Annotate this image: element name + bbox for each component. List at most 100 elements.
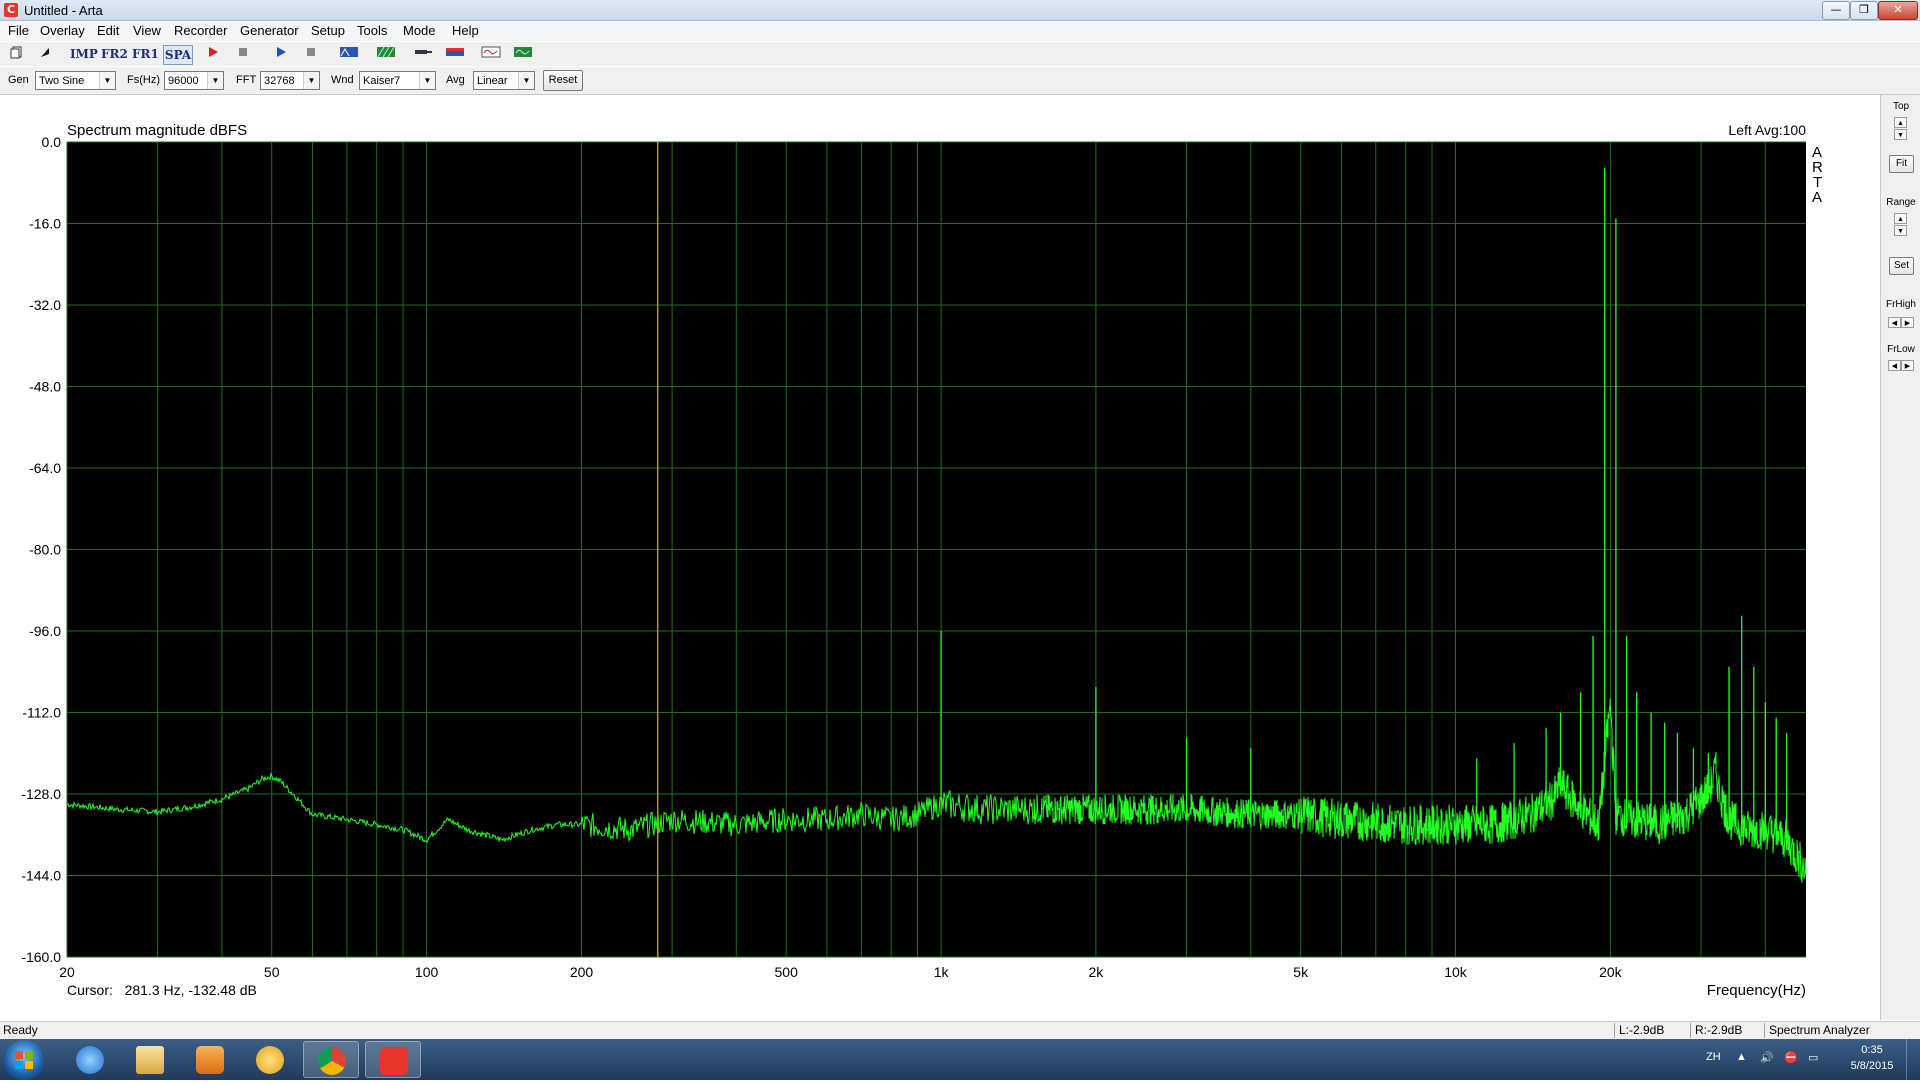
title-bar: C Untitled - Arta — ❐ ✕ (0, 0, 1920, 21)
menu-recorder[interactable]: Recorder (174, 23, 227, 38)
menu-mode[interactable]: Mode (403, 23, 436, 38)
averaging-value: Linear (477, 75, 508, 87)
y-tick-label: -128.0 (21, 786, 61, 802)
menu-overlay[interactable]: Overlay (40, 23, 85, 38)
chevron-down-icon: ▼ (99, 72, 115, 89)
qq-icon[interactable] (242, 1041, 298, 1078)
window-function-select[interactable]: Kaiser7 ▼ (359, 71, 436, 90)
set-button[interactable]: Set (1889, 257, 1914, 275)
minimize-button[interactable]: — (1822, 1, 1850, 20)
arta-app-icon: C (4, 3, 18, 17)
new-file-icon[interactable] (6, 45, 28, 63)
scope-icon[interactable] (512, 45, 534, 63)
menu-help[interactable]: Help (452, 23, 479, 38)
fr2-mode-button[interactable]: FR2 (101, 45, 128, 63)
frlow-right-arrow[interactable]: ▶ (1901, 360, 1914, 371)
range-label: Range (1886, 197, 1916, 208)
y-tick-label: -32.0 (29, 297, 61, 313)
x-tick-label: 200 (570, 964, 594, 980)
top-up-arrow[interactable]: ▲ (1894, 117, 1907, 128)
x-tick-label: 2k (1089, 964, 1105, 980)
menu-file[interactable]: File (8, 23, 29, 38)
chevron-down-icon: ▼ (518, 72, 534, 89)
abc-icon[interactable] (338, 45, 360, 63)
y-tick-label: -160.0 (21, 949, 61, 965)
y-tick-label: -48.0 (29, 379, 61, 395)
stop-play-icon[interactable] (300, 45, 322, 63)
record-icon[interactable] (202, 45, 224, 63)
x-tick-label: 50 (264, 964, 280, 980)
spectrum-plot[interactable]: 0.0 -16.0 -32.0 -48.0 -64.0 -80.0 -96.0 -112.0 -… (0, 95, 1880, 1020)
play-icon[interactable] (270, 45, 292, 63)
menu-bar: File Overlay Edit View Recorder Generato… (0, 21, 1920, 41)
frlow-label: FrLow (1887, 344, 1915, 355)
y-tick-label: 0.0 (42, 134, 62, 150)
language-indicator[interactable]: ZH (1706, 1051, 1721, 1063)
range-down-arrow[interactable]: ▼ (1894, 225, 1907, 236)
menu-setup[interactable]: Setup (311, 23, 345, 38)
watermark-a2: A (1812, 189, 1822, 206)
x-tick-label: 10k (1444, 964, 1468, 980)
cursor-readout: Cursor: 281.3 Hz, -132.48 dB (67, 982, 257, 998)
show-hidden-icons-icon[interactable]: ▲ (1736, 1051, 1747, 1063)
chevron-down-icon: ▼ (419, 72, 435, 89)
start-button-icon[interactable] (4, 1040, 44, 1080)
clock-date[interactable]: 5/8/2015 (1843, 1060, 1901, 1072)
chevron-down-icon: ▼ (303, 72, 319, 89)
meter-icon[interactable] (444, 45, 466, 63)
reset-button[interactable]: Reset (543, 70, 583, 91)
file-explorer-icon[interactable] (122, 1041, 178, 1078)
fit-button[interactable]: Fit (1889, 155, 1914, 173)
taskbar: ZH ▲ 🔊 ⛔ ▭ 0:35 5/8/2015 (0, 1039, 1920, 1080)
x-tick-label: 5k (1293, 964, 1309, 980)
arta-taskbar-icon[interactable] (365, 1041, 421, 1078)
internet-explorer-icon[interactable] (62, 1041, 118, 1078)
left-level: L:-2.9dB (1614, 1023, 1689, 1038)
menu-generator[interactable]: Generator (240, 23, 299, 38)
impulse-mode-button[interactable]: IMP (70, 45, 98, 63)
signal-icon[interactable] (480, 45, 502, 63)
generator-select[interactable]: Two Sine ▼ (35, 71, 116, 90)
x-tick-label: 500 (775, 964, 799, 980)
y-tick-label: -144.0 (21, 868, 61, 884)
battery-icon[interactable]: ▭ (1808, 1051, 1818, 1064)
x-tick-label: 100 (415, 964, 439, 980)
menu-view[interactable]: View (133, 23, 161, 38)
close-button[interactable]: ✕ (1878, 1, 1918, 20)
menu-tools[interactable]: Tools (357, 23, 387, 38)
spa-mode-button[interactable]: SPA (163, 45, 193, 65)
fft-label: FFT (236, 74, 257, 86)
parameters-bar: Gen Two Sine ▼ Fs(Hz) 96000 ▼ FFT 32768 ▼ W… (0, 67, 1920, 95)
frhigh-left-arrow[interactable]: ◀ (1888, 317, 1901, 328)
toolbar: IMP FR2 FR1 SPA (0, 42, 1920, 66)
frlow-left-arrow[interactable]: ◀ (1888, 360, 1901, 371)
y-tick-label: -96.0 (29, 623, 61, 639)
y-tick-label: -64.0 (29, 460, 61, 476)
cursor-icon[interactable] (34, 45, 56, 63)
volume-icon[interactable]: 🔊 (1760, 1051, 1774, 1064)
averaging-select[interactable]: Linear ▼ (473, 71, 535, 90)
restore-button[interactable]: ❐ (1850, 1, 1878, 20)
y-tick-label: -16.0 (29, 216, 61, 232)
clock-time[interactable]: 0:35 (1852, 1044, 1892, 1056)
hatch-icon[interactable] (375, 45, 397, 63)
status-bar: Ready L:-2.9dB R:-2.9dB Spectrum Analyze… (0, 1021, 1920, 1040)
probe-icon[interactable] (412, 45, 434, 63)
frhigh-label: FrHigh (1885, 299, 1916, 310)
show-desktop-button[interactable] (1906, 1039, 1920, 1080)
menu-edit[interactable]: Edit (97, 23, 119, 38)
right-level: R:-2.9dB (1690, 1023, 1765, 1038)
network-icon[interactable]: ⛔ (1784, 1051, 1798, 1064)
chrome-icon[interactable] (303, 1041, 359, 1078)
range-up-arrow[interactable]: ▲ (1894, 213, 1907, 224)
stop-record-icon[interactable] (232, 45, 254, 63)
top-down-arrow[interactable]: ▼ (1894, 129, 1907, 140)
avg-label: Avg (446, 74, 465, 86)
channel-info: Left Avg:100 (1728, 122, 1806, 138)
media-player-icon[interactable] (182, 1041, 238, 1078)
fft-size-select[interactable]: 32768 ▼ (260, 71, 320, 90)
sample-rate-select[interactable]: 96000 ▼ (164, 71, 224, 90)
fr1-mode-button[interactable]: FR1 (132, 45, 159, 63)
frhigh-right-arrow[interactable]: ▶ (1901, 317, 1914, 328)
x-tick-label: 20 (59, 964, 75, 980)
